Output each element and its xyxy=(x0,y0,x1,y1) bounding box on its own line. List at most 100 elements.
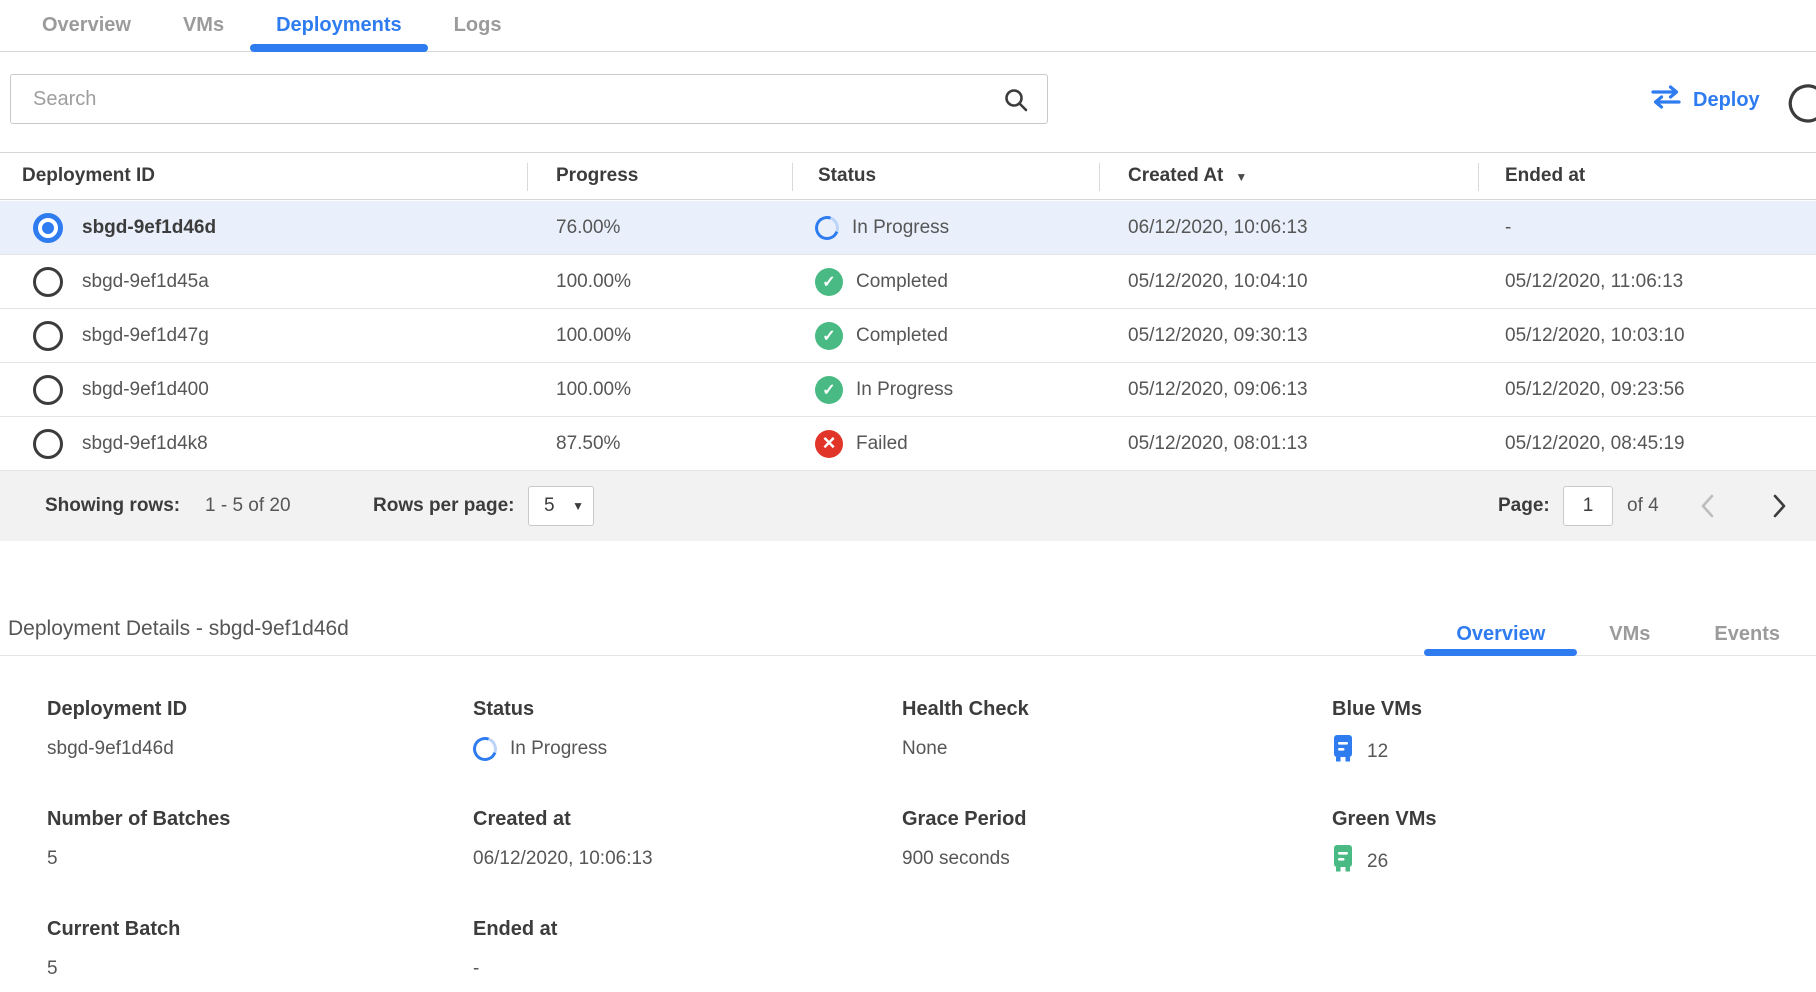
tab-label: VMs xyxy=(1609,623,1650,646)
column-divider xyxy=(1099,163,1100,191)
chevron-down-icon xyxy=(572,497,584,515)
status-check-icon xyxy=(815,376,843,404)
field-value: - xyxy=(473,955,557,983)
tab-vms[interactable]: VMs xyxy=(157,0,250,51)
field-value-text: sbgd-9ef1d46d xyxy=(47,738,174,760)
tab-overview[interactable]: Overview xyxy=(16,0,157,51)
chevron-right-icon xyxy=(1772,507,1787,522)
details-tab-overview[interactable]: Overview xyxy=(1424,612,1577,656)
progress-cell: 100.00% xyxy=(556,363,631,417)
sort-desc-icon[interactable] xyxy=(1235,153,1247,200)
rows-per-page-select[interactable]: 5 xyxy=(528,486,594,526)
ended-at-cell: 05/12/2020, 09:23:56 xyxy=(1505,363,1685,417)
table-row[interactable]: sbgd-9ef1d4k8 87.50% Failed 05/12/2020, … xyxy=(0,417,1816,471)
status-label: Completed xyxy=(856,271,948,293)
details-tab-vms[interactable]: VMs xyxy=(1577,612,1682,656)
field-label: Status xyxy=(473,698,607,721)
showing-rows-label: Showing rows: xyxy=(45,471,180,541)
field-label: Created at xyxy=(473,808,653,831)
chevron-left-icon xyxy=(1700,507,1715,522)
page-input[interactable] xyxy=(1563,486,1613,526)
field-label: Blue VMs xyxy=(1332,698,1422,721)
deployment-id-cell: sbgd-9ef1d400 xyxy=(82,363,209,417)
row-radio[interactable] xyxy=(33,429,63,459)
field-created-at: Created at 06/12/2020, 10:06:13 xyxy=(473,808,653,873)
deployment-id-cell: sbgd-9ef1d46d xyxy=(82,201,216,255)
col-deployment-id: Deployment ID xyxy=(22,153,155,199)
field-deployment-id: Deployment ID sbgd-9ef1d46d xyxy=(47,698,187,763)
tab-deployments[interactable]: Deployments xyxy=(250,0,428,51)
table-row[interactable]: sbgd-9ef1d45a 100.00% Completed 05/12/20… xyxy=(0,255,1816,309)
table-row[interactable]: sbgd-9ef1d47g 100.00% Completed 05/12/20… xyxy=(0,309,1816,363)
created-at-cell: 05/12/2020, 10:04:10 xyxy=(1128,255,1308,309)
status-cell: Completed xyxy=(815,309,948,363)
tab-label: Deployments xyxy=(276,14,402,37)
deploy-button[interactable]: Deploy xyxy=(1650,80,1760,120)
field-value-text: 900 seconds xyxy=(902,848,1010,870)
table-row[interactable]: sbgd-9ef1d46d 76.00% In Progress 06/12/2… xyxy=(0,201,1816,255)
field-value: 26 xyxy=(1332,845,1436,878)
field-label: Grace Period xyxy=(902,808,1027,831)
details-tab-events[interactable]: Events xyxy=(1682,612,1812,656)
status-cell: In Progress xyxy=(815,201,949,255)
field-blue-vms: Blue VMs 12 xyxy=(1332,698,1422,768)
status-spinner-icon xyxy=(811,212,843,244)
row-radio[interactable] xyxy=(33,213,63,243)
row-radio[interactable] xyxy=(33,321,63,351)
col-created-at[interactable]: Created At xyxy=(1128,153,1247,200)
field-value-text: None xyxy=(902,738,947,760)
field-value: None xyxy=(902,735,1029,763)
status-cell: Completed xyxy=(815,255,948,309)
field-value-text: In Progress xyxy=(510,738,607,760)
tab-logs[interactable]: Logs xyxy=(428,0,528,51)
col-created-at-label: Created At xyxy=(1128,165,1223,186)
progress-cell: 100.00% xyxy=(556,309,631,363)
progress-cell: 100.00% xyxy=(556,255,631,309)
field-value: 5 xyxy=(47,845,230,873)
showing-rows-value: 1 - 5 of 20 xyxy=(205,471,291,541)
field-value-text: 26 xyxy=(1367,851,1388,873)
tab-label: VMs xyxy=(183,14,224,37)
created-at-cell: 05/12/2020, 09:06:13 xyxy=(1128,363,1308,417)
deploy-label: Deploy xyxy=(1693,89,1760,112)
status-label: Completed xyxy=(856,325,948,347)
field-value-text: 5 xyxy=(47,958,58,980)
next-page-button[interactable] xyxy=(1772,493,1787,522)
col-progress: Progress xyxy=(556,153,638,199)
field-status: Status In Progress xyxy=(473,698,607,763)
status-cell: Failed xyxy=(815,417,908,471)
field-health-check: Health Check None xyxy=(902,698,1029,763)
search-input[interactable] xyxy=(11,75,1047,123)
status-check-icon xyxy=(815,268,843,296)
field-label: Current Batch xyxy=(47,918,180,941)
rows-per-page-value: 5 xyxy=(544,495,555,517)
field-label: Ended at xyxy=(473,918,557,941)
details-tab-bar: Overview VMs Events xyxy=(1424,612,1816,656)
field-green-vms: Green VMs 26 xyxy=(1332,808,1436,878)
field-value: In Progress xyxy=(473,735,607,763)
field-label: Number of Batches xyxy=(47,808,230,831)
page-label: Page: xyxy=(1498,471,1550,541)
deployment-id-cell: sbgd-9ef1d47g xyxy=(82,309,209,363)
field-label: Green VMs xyxy=(1332,808,1436,831)
tab-label: Events xyxy=(1714,623,1780,646)
status-spinner-icon xyxy=(469,733,501,765)
field-value-text: - xyxy=(473,958,479,980)
column-divider xyxy=(527,163,528,191)
deployment-id-cell: sbgd-9ef1d4k8 xyxy=(82,417,208,471)
progress-cell: 76.00% xyxy=(556,201,620,255)
blue-vm-icon xyxy=(1332,735,1354,768)
ended-at-cell: - xyxy=(1505,201,1511,255)
field-value-text: 12 xyxy=(1367,741,1388,763)
row-radio[interactable] xyxy=(33,375,63,405)
field-value: 5 xyxy=(47,955,180,983)
field-grace-period: Grace Period 900 seconds xyxy=(902,808,1027,873)
details-title: Deployment Details - sbgd-9ef1d46d xyxy=(8,617,349,641)
table-row[interactable]: sbgd-9ef1d400 100.00% In Progress 05/12/… xyxy=(0,363,1816,417)
refresh-icon[interactable] xyxy=(1786,82,1816,131)
previous-page-button[interactable] xyxy=(1700,493,1715,522)
row-radio[interactable] xyxy=(33,267,63,297)
field-current-batch: Current Batch 5 xyxy=(47,918,180,983)
tab-label: Overview xyxy=(1456,623,1545,646)
created-at-cell: 05/12/2020, 09:30:13 xyxy=(1128,309,1308,363)
